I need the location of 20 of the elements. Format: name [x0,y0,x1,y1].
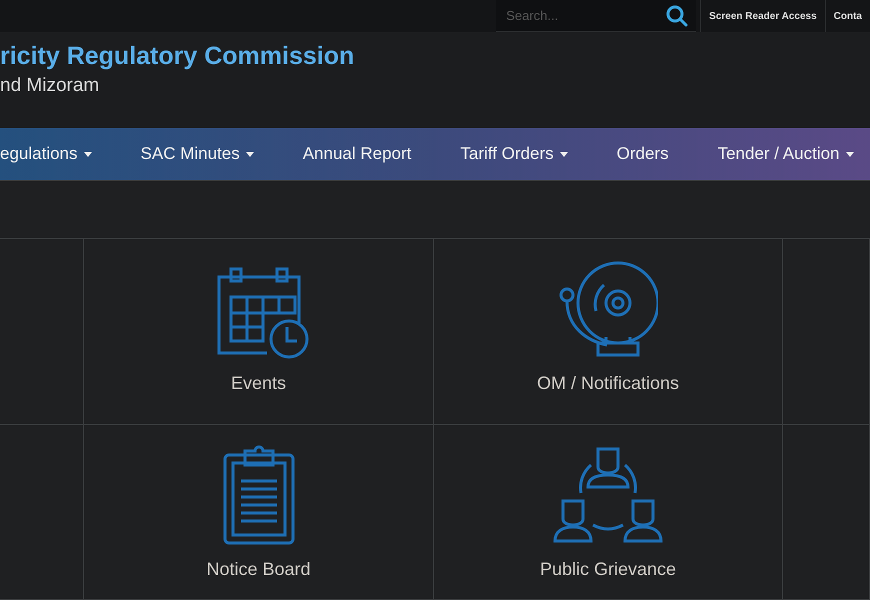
tile[interactable]: Notice Board [84,425,434,600]
tile-label[interactable]: Notice Board [206,559,311,580]
tile-label[interactable]: Public Grievance [540,559,676,580]
bell-icon [558,259,658,359]
search-icon[interactable] [666,5,688,27]
nav-item[interactable]: egulations [0,144,100,164]
nav-item[interactable]: Tariff Orders [452,144,576,164]
site-title: ricity Regulatory Commission [0,42,356,71]
people-group-icon [553,445,663,545]
nav-item[interactable]: Tender / Auction [710,144,862,164]
nav-item[interactable]: Orders [608,144,677,164]
nav-item[interactable]: Annual Report [294,144,420,164]
tile-label[interactable]: Events [230,373,286,394]
nav-item[interactable]: SAC Minutes [132,144,262,164]
search-field[interactable]: Search... [496,0,696,32]
tile[interactable]: Events [84,239,434,425]
tile[interactable]: OM / Notifications [434,239,783,425]
site-subtitle: nd Mizoram [0,75,100,97]
tile[interactable]: Public Grievance [434,425,783,600]
tile-label[interactable]: OM / Notifications [536,373,680,394]
